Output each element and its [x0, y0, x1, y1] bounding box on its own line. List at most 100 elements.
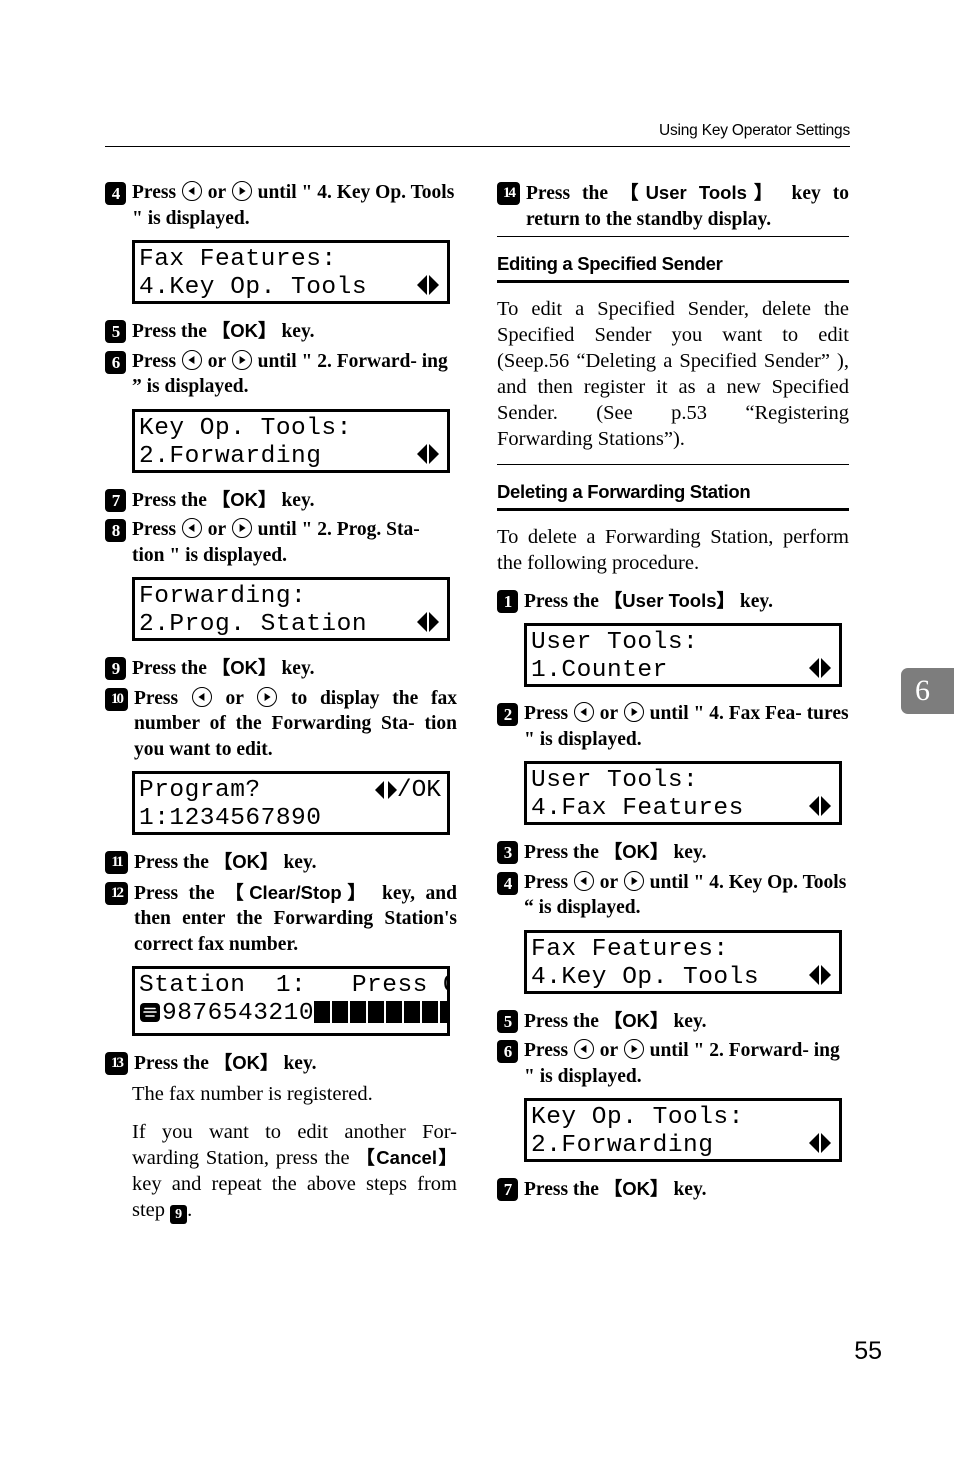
step-body: Press or until " 2. Prog. Sta- tion " is…	[132, 517, 457, 568]
user-tools-key-label: 【User Tools】	[619, 182, 780, 203]
key-word: key.	[281, 489, 315, 511]
ok-key-label: 【OK】	[603, 1009, 669, 1031]
step-body: Press the 【OK】 key.	[132, 318, 457, 345]
lcd-nav-indicator-icon	[809, 964, 831, 985]
lcd-nav-indicator-icon	[417, 443, 439, 464]
step-tail-a: until " 4. Fax Fea-	[649, 703, 802, 725]
arrow-right-icon	[231, 518, 252, 538]
lcd-fax-features: Fax Features: 4.Key Op. Tools	[132, 240, 450, 304]
step-body: Press the 【OK】 key.	[132, 487, 457, 514]
step-number-badge: 13	[105, 1052, 128, 1075]
user-tools-key-label: 【User Tools】	[603, 589, 736, 611]
lcd-forwarding: Forwarding: 2.Prog. Station	[132, 577, 450, 641]
press-the-label: Press the	[526, 183, 609, 204]
press-word: Press	[524, 703, 569, 725]
arrow-left-icon	[573, 1039, 594, 1060]
step-13: 13 Press the 【OK】 key.	[105, 1050, 457, 1077]
step-body: Press the 【OK】 key.	[134, 849, 457, 876]
arrow-left-icon	[573, 702, 594, 723]
clear-stop-key-label: 【Clear/Stop】	[225, 881, 372, 903]
step-number-badge: 4	[105, 182, 126, 205]
step-tail-a: until " 4. Key Op.	[649, 871, 799, 893]
lcd-line-1: Fax Features:	[139, 246, 337, 273]
step-body: Press or until " 4. Fax Fea- tures " is …	[524, 701, 849, 752]
step-tail-a: until " 4. Key Op.	[257, 182, 407, 203]
step-number-badge: 2	[497, 703, 518, 727]
lcd-line-2: 2.Prog. Station	[139, 611, 368, 638]
step-number-badge: 8	[105, 519, 126, 542]
step-11: 11 Press the 【OK】 key.	[105, 849, 457, 876]
step-body: Press the 【Clear/Stop】 key, and then ent…	[134, 880, 457, 958]
lcd-station-1: Station 1: Press OK 9876543210	[132, 966, 450, 1036]
lcd-ok-hint: /OK	[374, 776, 441, 805]
lcd-line-1: Fax Features:	[531, 935, 729, 963]
ok-key-label: 【OK】	[211, 488, 277, 510]
step-tail-b: number of the Forwarding Sta-	[134, 713, 415, 734]
lcd-line-2: 1.Counter	[531, 657, 668, 685]
ok-key-label: 【OK】	[211, 320, 277, 341]
press-the-label: Press the	[132, 489, 207, 511]
ok-key-label: 【OK】	[211, 657, 277, 678]
step-number-badge: 5	[497, 1009, 518, 1033]
lcd-key-op-tools-2: Key Op. Tools: 2.Forwarding	[524, 1098, 842, 1163]
lcd-line-2: 1:1234567890	[139, 805, 322, 832]
step-body: Press the 【OK】 key.	[134, 1050, 457, 1077]
section-rule	[497, 280, 849, 283]
step-body: Press or until " 2. Forward- ing ” is di…	[132, 349, 457, 400]
step-tail-a: until " 2. Forward-	[257, 350, 417, 372]
step-body: Press the 【OK】 key.	[524, 1008, 849, 1035]
arrow-left-icon	[181, 181, 202, 201]
step-number-badge: 6	[497, 1040, 518, 1064]
lcd-nav-indicator-icon	[374, 781, 397, 799]
step-body: Press the 【OK】 key.	[132, 655, 457, 682]
step-body: Press the 【User Tools】 key.	[524, 588, 849, 615]
lcd-nav-indicator-icon	[417, 275, 439, 295]
step-4: 4 Press or until " 4. Key Op. Tools “ is…	[497, 870, 849, 921]
lcd-line-2: 2.Forwarding	[139, 442, 322, 470]
fax-machine-icon	[139, 1002, 161, 1023]
ok-key-label: 【OK】	[603, 1178, 669, 1200]
arrow-left-icon	[573, 870, 594, 891]
section-rule-top	[497, 463, 849, 466]
step-number-badge: 6	[105, 350, 126, 374]
step-4: 4 Press or until " 4. Key Op. Tools " is…	[105, 180, 457, 231]
step-number-badge: 9	[105, 657, 126, 680]
lcd-nav-indicator-icon	[809, 1133, 831, 1154]
or-word: or	[599, 871, 618, 893]
lcd-line-1: User Tools:	[531, 629, 699, 657]
step-2: 2 Press or until " 4. Fax Fea- tures " i…	[497, 701, 849, 752]
step-5: 5 Press the 【OK】 key.	[105, 318, 457, 345]
section-rule	[497, 508, 849, 511]
press-word: Press	[132, 350, 177, 372]
press-the-label: Press the	[524, 1179, 599, 1201]
arrow-right-icon	[623, 702, 644, 723]
step-9: 9 Press the 【OK】 key.	[105, 655, 457, 682]
press-the-label: Press the	[132, 658, 207, 679]
step-tail-a: until " 2. Prog. Sta-	[257, 519, 420, 540]
lcd-nav-indicator-icon	[809, 796, 831, 817]
step-body: Press or to display the fax number of th…	[134, 686, 457, 763]
arrow-left-icon	[181, 349, 202, 370]
note-edit-another: If you want to edit another For-warding …	[132, 1119, 457, 1224]
or-word: or	[599, 1040, 618, 1062]
key-word: key.	[739, 590, 773, 612]
step-1: 1 Press the 【User Tools】 key.	[497, 588, 849, 615]
cancel-key-label: 【Cancel】	[356, 1146, 458, 1168]
press-word: Press	[132, 182, 177, 203]
step-5: 5 Press the 【OK】 key.	[497, 1008, 849, 1035]
lcd-line-1: Key Op. Tools:	[531, 1104, 744, 1132]
step-12: 12 Press the 【Clear/Stop】 key, and then …	[105, 880, 457, 958]
step-body: Press or until " 4. Key Op. Tools " is d…	[132, 180, 457, 231]
step-number-badge: 14	[497, 182, 520, 205]
lcd-nav-indicator-icon	[417, 612, 439, 632]
arrow-right-icon	[623, 870, 644, 891]
document-page: Using Key Operator Settings 6 55 4 Press…	[0, 0, 954, 1475]
ok-key-label: 【OK】	[213, 1052, 279, 1073]
or-word: or	[207, 350, 226, 372]
section-heading-editing: Editing a Specified Sender	[497, 253, 723, 275]
arrow-left-icon	[191, 686, 212, 707]
lcd-line-1: User Tools:	[531, 767, 699, 795]
press-the-label: Press the	[524, 842, 599, 864]
step-body: Press the 【OK】 key.	[524, 839, 849, 866]
press-word: Press	[132, 519, 177, 540]
